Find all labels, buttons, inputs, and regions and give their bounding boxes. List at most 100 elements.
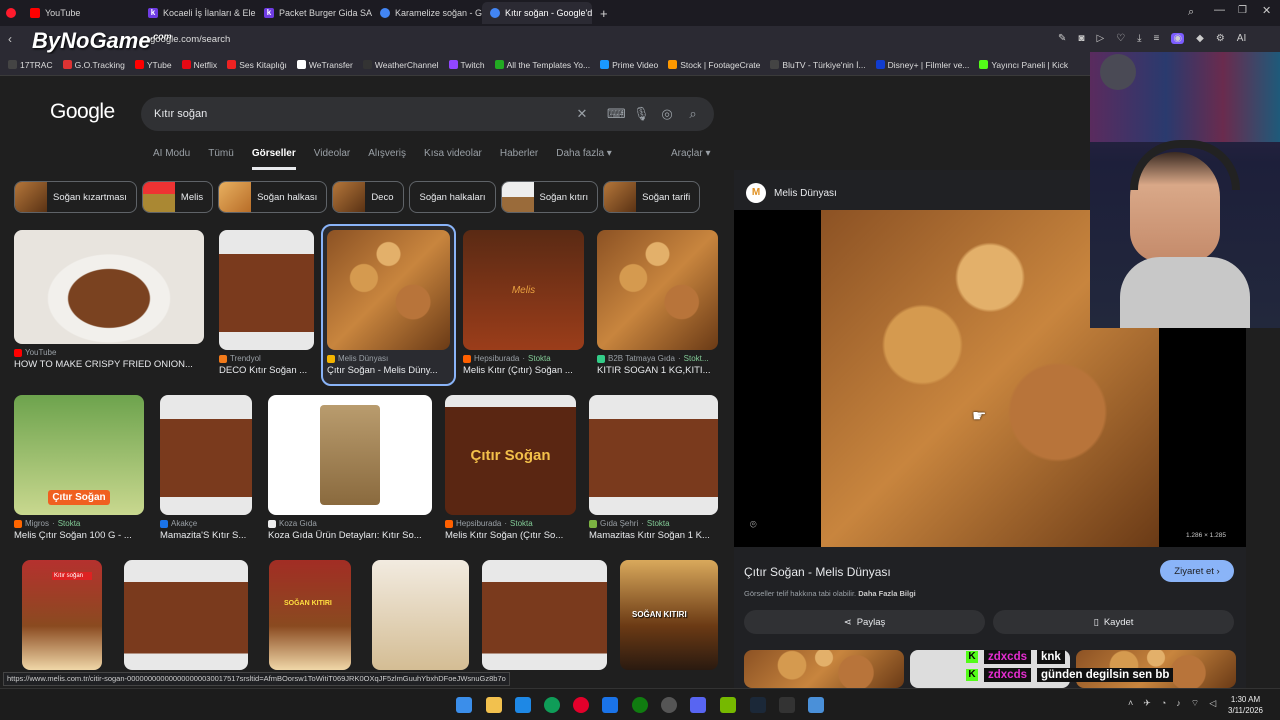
tab-kocaeli[interactable]: kKocaeli İş İlanları & Eleman: [140, 2, 256, 24]
bookmark-item[interactable]: Prime Video: [600, 60, 658, 70]
chip[interactable]: Soğan halkası: [218, 181, 328, 213]
tray-app-icon[interactable]: ✈: [1143, 698, 1151, 709]
file-explorer-icon[interactable]: [486, 697, 502, 713]
profile-icon[interactable]: ◉: [1171, 33, 1185, 44]
epic-icon[interactable]: [779, 697, 795, 713]
tab-packet-burger[interactable]: kPacket Burger Gida SAnay: [256, 2, 372, 24]
extension-icon[interactable]: ◆: [1196, 33, 1204, 44]
tab-ai-mode[interactable]: AI Modu: [153, 148, 190, 170]
image-result[interactable]: [124, 560, 248, 670]
chip[interactable]: Deco: [332, 181, 404, 213]
network-icon[interactable]: ◔: [1161, 698, 1166, 709]
search-icon[interactable]: ⌕: [685, 106, 701, 122]
tools-button[interactable]: Araçlar ▾: [671, 148, 710, 159]
bookmark-item[interactable]: Netflix: [181, 60, 217, 70]
bookmark-item[interactable]: Yayıncı Paneli | Kick: [979, 60, 1068, 70]
lens-search-icon[interactable]: ⌾: [750, 519, 757, 532]
ai-icon[interactable]: AI: [1237, 33, 1246, 44]
app-icon[interactable]: [808, 697, 824, 713]
chip[interactable]: Melis: [141, 181, 214, 213]
download-icon[interactable]: ⤓: [1137, 33, 1141, 44]
image-result[interactable]: B2B Tatmaya Gıda · Stokt... KITIR SOGAN …: [597, 230, 718, 376]
chip[interactable]: Soğan tarifi: [603, 181, 701, 213]
image-result[interactable]: Çıtır Soğan Hepsiburada · Stokta Melis K…: [445, 395, 576, 541]
tray-chevron-icon[interactable]: ˄: [1128, 698, 1133, 709]
bookmark-item[interactable]: BluTV - Türkiye'nin İ...: [770, 60, 866, 70]
bookmark-item[interactable]: Disney+ | Filmler ve...: [875, 60, 969, 70]
panel-title[interactable]: Çıtır Soğan - Melis Dünyası: [744, 565, 891, 579]
bookmark-item[interactable]: WeatherChannel: [362, 60, 439, 70]
new-tab-button[interactable]: +: [592, 2, 612, 24]
close-window-icon[interactable]: ✕: [1262, 4, 1271, 17]
bookmark-item[interactable]: Twitch: [448, 60, 485, 70]
microphone-icon[interactable]: 🎙: [633, 106, 650, 122]
tab-images[interactable]: Görseller: [251, 148, 296, 170]
discord-icon[interactable]: [690, 697, 706, 713]
image-result[interactable]: [372, 560, 469, 670]
camera-icon[interactable]: ◙: [1078, 33, 1084, 44]
image-result[interactable]: Kıtır soğan: [22, 560, 102, 670]
lens-icon[interactable]: ◎: [659, 106, 675, 122]
clock[interactable]: 1:30 AM 3/11/2026: [1228, 694, 1263, 716]
mic-icon[interactable]: ♪: [1176, 698, 1181, 709]
tab-youtube[interactable]: YouTube: [22, 2, 140, 24]
panel-site-name[interactable]: Melis Dünyası: [774, 188, 837, 199]
bookmark-item[interactable]: YTube: [134, 60, 172, 70]
restore-icon[interactable]: ❐: [1238, 5, 1247, 16]
image-result-selected[interactable]: Melis Dünyası Çıtır Soğan - Melis Düny..…: [321, 224, 456, 386]
obs-icon[interactable]: [661, 697, 677, 713]
keyboard-icon[interactable]: ⌨: [607, 106, 626, 122]
edit-icon[interactable]: ✎: [1058, 33, 1066, 44]
chip[interactable]: Soğan kızartması: [14, 181, 137, 213]
image-result[interactable]: SOĞAN KITIRI: [620, 560, 718, 670]
search-input[interactable]: Kıtır soğan ✕ ⌨ 🎙 ◎ ⌕: [141, 97, 714, 131]
steam-icon[interactable]: [750, 697, 766, 713]
tab-all[interactable]: Tümü: [208, 148, 234, 170]
bookmark-item[interactable]: Stock | FootageCrate: [668, 60, 760, 70]
save-button[interactable]: ▯ Kaydet: [993, 610, 1234, 634]
google-logo[interactable]: Google: [50, 100, 115, 124]
bookmark-item[interactable]: WeTransfer: [296, 60, 353, 70]
related-image[interactable]: [744, 650, 904, 688]
opera-menu-icon[interactable]: [0, 2, 22, 24]
share-button[interactable]: ⋖ Paylaş: [744, 610, 985, 634]
minimize-icon[interactable]: —: [1214, 4, 1225, 16]
image-result[interactable]: SOĞAN KITIRI: [269, 560, 351, 670]
bookmark-item[interactable]: Ses Kitaplığı: [227, 60, 287, 70]
image-result[interactable]: [482, 560, 607, 670]
store-icon[interactable]: [602, 697, 618, 713]
image-result[interactable]: YouTube HOW TO MAKE CRISPY FRIED ONION..…: [14, 230, 204, 370]
image-result[interactable]: Akakçe Mamazita'S Kıtır S...: [160, 395, 252, 541]
tab-videos[interactable]: Videolar: [314, 148, 351, 170]
play-icon[interactable]: ▷: [1096, 33, 1104, 44]
bookmark-item[interactable]: G.O.Tracking: [62, 60, 125, 70]
more-info-link[interactable]: Daha Fazla Bilgi: [858, 589, 916, 598]
bookmark-item[interactable]: 17TRAC: [8, 60, 53, 70]
chip[interactable]: Soğan kıtırı: [500, 181, 599, 213]
edge-icon[interactable]: [544, 697, 560, 713]
tab-kitir-sogan[interactable]: Kıtır soğan - Google'da Ar: [482, 2, 592, 24]
nvidia-icon[interactable]: [720, 697, 736, 713]
tab-shopping[interactable]: Alışveriş: [368, 148, 406, 170]
chip[interactable]: Soğan halkaları: [408, 181, 496, 213]
search-tabs-icon[interactable]: ⌕: [1188, 6, 1194, 19]
image-result[interactable]: Gıda Şehri · Stokta Mamazitas Kıtır Soğa…: [589, 395, 718, 541]
tab-more[interactable]: Daha fazla ▾: [556, 148, 612, 170]
heart-icon[interactable]: ♡: [1116, 33, 1125, 44]
tab-karamelize[interactable]: Karamelize soğan - Google: [372, 2, 482, 24]
app-icon[interactable]: [515, 697, 531, 713]
back-icon[interactable]: ‹: [8, 32, 12, 46]
start-icon[interactable]: [456, 697, 472, 713]
opera-icon[interactable]: [573, 697, 589, 713]
image-result[interactable]: Çıtır Soğan Migros · Stokta Melis Çıtır …: [14, 395, 144, 541]
volume-icon[interactable]: ◁: [1209, 698, 1216, 709]
bookmark-item[interactable]: All the Templates Yo...: [494, 60, 590, 70]
image-result[interactable]: Koza Gıda Koza Gıda Ürün Detayları: Kıtı…: [268, 395, 432, 541]
xbox-icon[interactable]: [632, 697, 648, 713]
tab-short-videos[interactable]: Kısa videolar: [424, 148, 482, 170]
visit-button[interactable]: Ziyaret et ›: [1160, 560, 1234, 582]
image-result[interactable]: Melis Hepsiburada · Stokta Melis Kıtır (…: [463, 230, 584, 376]
clear-icon[interactable]: ✕: [574, 106, 590, 122]
settings-icon[interactable]: ⚙: [1216, 33, 1225, 44]
tab-news[interactable]: Haberler: [500, 148, 538, 170]
